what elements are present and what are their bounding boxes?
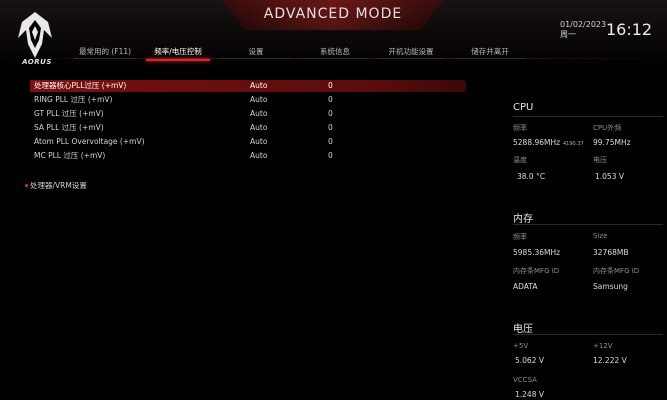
setting-row-atom-pll[interactable]: Atom PLL Overvoltage (+mV) Auto 0: [30, 136, 466, 148]
setting-number: 0: [328, 81, 333, 90]
setting-label: 处理器核心PLL过压 (+mV): [34, 81, 127, 90]
cpu-temp-value: 38.0 °C: [517, 172, 546, 181]
tab-label: 储存并离开: [471, 47, 509, 56]
memory-mfg-b-label: 内存条MFG ID: [593, 267, 640, 275]
voltage-section-title: 电压: [513, 324, 533, 335]
setting-label: RING PLL 过压 (+mV): [34, 95, 113, 104]
setting-value[interactable]: Auto: [250, 94, 267, 106]
setting-number: 0: [328, 95, 333, 104]
date-text: 01/02/2023: [560, 20, 607, 29]
divider: [513, 224, 663, 225]
memory-mfg-b-value: Samsung: [593, 282, 628, 291]
cpu-section-title: CPU: [513, 102, 534, 113]
setting-number: 0: [328, 109, 333, 118]
submenu-vrm-settings[interactable]: 处理器/VRM设置: [25, 180, 87, 191]
setting-value[interactable]: Auto: [250, 108, 267, 120]
weekday-text: 周一: [560, 30, 576, 39]
memory-freq-value: 5985.36MHz: [513, 248, 561, 257]
memory-mfg-a-value: ADATA: [513, 282, 538, 291]
tab-label: 系统信息: [320, 47, 350, 56]
vccsa-label: VCCSA: [513, 376, 537, 384]
v12-value: 12.222 V: [593, 356, 627, 365]
v12-label: +12V: [593, 342, 613, 350]
setting-number: 0: [328, 123, 333, 132]
tab-label: 设置: [248, 47, 264, 56]
cpu-bclk-value: 99.75MHz: [593, 138, 631, 147]
logo-text: AORUS: [22, 58, 52, 66]
setting-row-core-pll[interactable]: 处理器核心PLL过压 (+mV) Auto 0: [30, 80, 466, 92]
tab-save-exit[interactable]: 储存并离开: [450, 45, 530, 63]
vccsa-value: 1.248 V: [515, 390, 544, 399]
setting-label: MC PLL 过压 (+mV): [34, 151, 106, 160]
setting-row-gt-pll[interactable]: GT PLL 过压 (+mV) Auto 0: [30, 108, 466, 120]
v5-label: +5V: [513, 342, 529, 350]
tab-favorites[interactable]: 最常用的 (F11): [70, 45, 140, 63]
v5-value: 5.062 V: [515, 356, 544, 365]
memory-size-label: Size: [593, 232, 608, 240]
setting-label: GT PLL 过压 (+mV): [34, 109, 104, 118]
setting-row-sa-pll[interactable]: SA PLL 过压 (+mV) Auto 0: [30, 122, 466, 134]
setting-label: SA PLL 过压 (+mV): [34, 123, 104, 132]
setting-row-ring-pll[interactable]: RING PLL 过压 (+mV) Auto 0: [30, 94, 466, 106]
memory-size-value: 32768MB: [593, 248, 629, 257]
memory-freq-label: 频率: [513, 233, 527, 241]
tab-boot[interactable]: 开机功能设置: [374, 45, 448, 63]
page-title: ADVANCED MODE: [263, 6, 403, 22]
setting-value[interactable]: Auto: [250, 136, 267, 148]
time-display: 16:12: [606, 20, 653, 39]
cpu-volt-value: 1.053 V: [595, 172, 624, 181]
submenu-label: 处理器/VRM设置: [30, 181, 87, 190]
setting-row-mc-pll[interactable]: MC PLL 过压 (+mV) Auto 0: [30, 150, 466, 162]
cpu-temp-label: 温度: [513, 156, 527, 164]
divider: [513, 334, 663, 335]
tab-settings[interactable]: 设置: [216, 45, 296, 63]
tab-label: 频率/电压控制: [154, 47, 202, 56]
cpu-bclk-label: CPU外频: [593, 124, 622, 132]
setting-value[interactable]: Auto: [250, 122, 267, 134]
tab-label: 开机功能设置: [388, 47, 434, 56]
bullet-icon: [25, 184, 28, 187]
cpu-freq-label: 频率: [513, 124, 527, 132]
memory-section-title: 内存: [513, 214, 533, 225]
setting-label: Atom PLL Overvoltage (+mV): [34, 137, 145, 146]
cpu-freq-secondary: 4190.37: [563, 141, 584, 147]
divider: [513, 116, 663, 117]
tab-label: 最常用的 (F11): [78, 47, 132, 56]
tab-system-info[interactable]: 系统信息: [298, 45, 372, 63]
setting-value[interactable]: Auto: [250, 80, 267, 92]
cpu-volt-label: 电压: [593, 156, 607, 164]
cpu-freq-value: 5288.96MHz: [513, 138, 561, 147]
date-display: 01/02/2023 周一: [560, 20, 606, 40]
memory-mfg-a-label: 内存条MFG ID: [513, 267, 560, 275]
setting-value[interactable]: Auto: [250, 150, 267, 162]
setting-number: 0: [328, 137, 333, 146]
setting-number: 0: [328, 151, 333, 160]
tab-tweaker[interactable]: 频率/电压控制: [142, 45, 214, 63]
